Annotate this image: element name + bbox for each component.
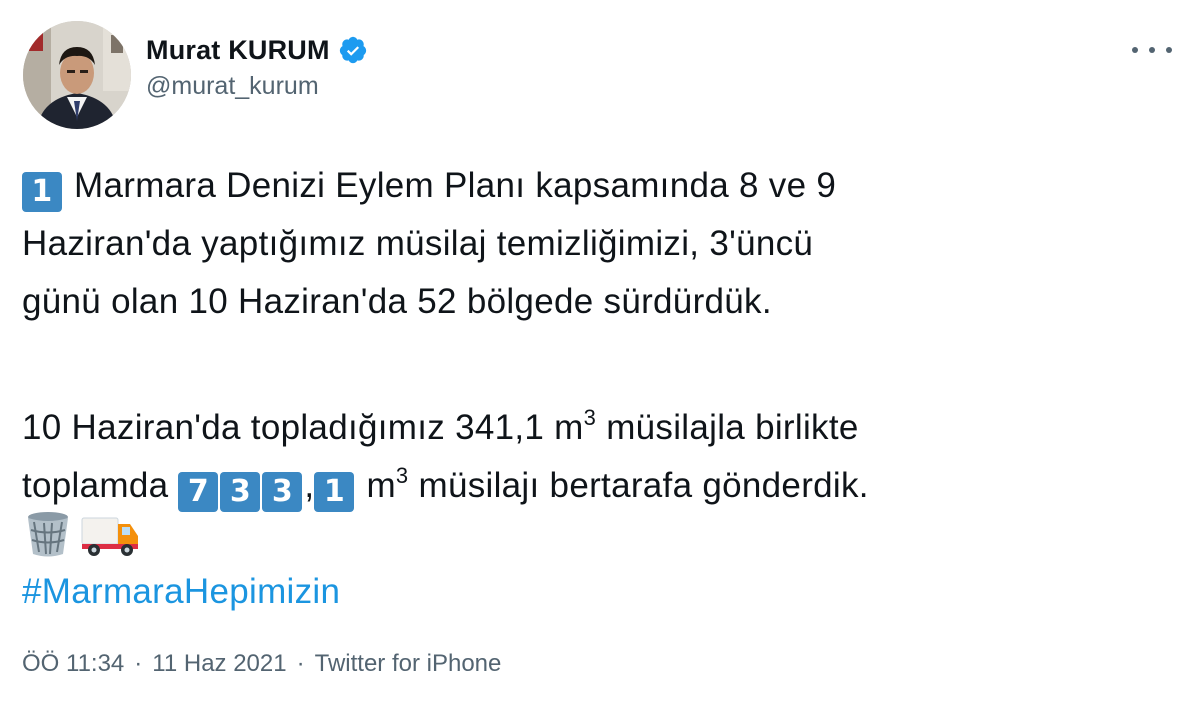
tweet-source[interactable]: Twitter for iPhone <box>315 650 502 677</box>
text-line: Haziran'da yaptığımız müsilaj temizliğim… <box>22 215 1182 273</box>
text-segment: müsilajla birlikte <box>596 408 859 447</box>
text-segment: günü olan 10 Haziran'da 52 bölgede sürdü… <box>22 282 772 321</box>
text-line: toplamda 733,1 m3 müsilajı bertarafa gön… <box>22 447 1182 512</box>
author-info: Murat KURUM @murat_kurum <box>146 32 368 101</box>
text-segment: m <box>356 466 396 505</box>
keycap-3-emoji: 3 <box>262 472 303 512</box>
verified-badge-icon <box>338 35 368 65</box>
dot <box>1132 47 1138 53</box>
dot <box>1149 47 1155 53</box>
text-line: günü olan 10 Haziran'da 52 bölgede sürdü… <box>22 273 1182 331</box>
text-line: 10 Haziran'da topladığımız 341,1 m3 müsi… <box>22 389 1182 447</box>
tweet-text: 1 Marmara Denizi Eylem Planı kapsamında … <box>22 157 1182 621</box>
separator: · <box>134 650 143 677</box>
more-options-icon[interactable] <box>1132 40 1172 60</box>
avatar[interactable] <box>23 21 131 129</box>
paragraph-break <box>22 331 1182 389</box>
display-name-row: Murat KURUM <box>146 32 368 68</box>
keycap-3-emoji: 3 <box>220 472 261 512</box>
text-line: 1 Marmara Denizi Eylem Planı kapsamında … <box>22 157 1182 215</box>
tweet-date[interactable]: 11 Haz 2021 <box>152 650 286 677</box>
user-handle[interactable]: @murat_kurum <box>146 72 368 101</box>
keycap-7-emoji: 7 <box>178 472 219 512</box>
delivery-truck-icon <box>81 517 138 556</box>
emoji-row <box>22 505 1182 563</box>
tweet-metadata: ÖÖ 11:34 · 11 Haz 2021 · Twitter for iPhone <box>22 650 501 678</box>
profile-photo <box>23 21 131 129</box>
text-segment: 10 Haziran'da topladığımız 341,1 m <box>22 408 584 447</box>
tweet-card: Murat KURUM @murat_kurum 1 Marmara Deniz… <box>0 0 1200 708</box>
separator: · <box>296 650 305 677</box>
tweet-time[interactable]: ÖÖ 11:34 <box>22 650 124 677</box>
tweet-header: Murat KURUM @murat_kurum <box>18 16 1182 129</box>
superscript: 3 <box>583 405 597 430</box>
text-segment: müsilajı bertarafa gönderdik. <box>408 466 869 505</box>
keycap-1-emoji: 1 <box>22 172 62 212</box>
text-line: #MarmaraHepimizin <box>22 563 1182 621</box>
text-segment: Marmara Denizi Eylem Planı kapsamında 8 … <box>74 166 837 205</box>
keycap-1-emoji: 1 <box>314 472 355 512</box>
wastebasket-icon <box>28 512 68 557</box>
hashtag-link[interactable]: #MarmaraHepimizin <box>22 572 340 611</box>
display-name[interactable]: Murat KURUM <box>146 35 330 66</box>
text-segment: toplamda <box>22 466 179 505</box>
text-segment: Haziran'da yaptığımız müsilaj temizliğim… <box>22 224 814 263</box>
superscript: 3 <box>395 463 409 488</box>
dot <box>1166 47 1172 53</box>
comma: , <box>304 466 315 505</box>
